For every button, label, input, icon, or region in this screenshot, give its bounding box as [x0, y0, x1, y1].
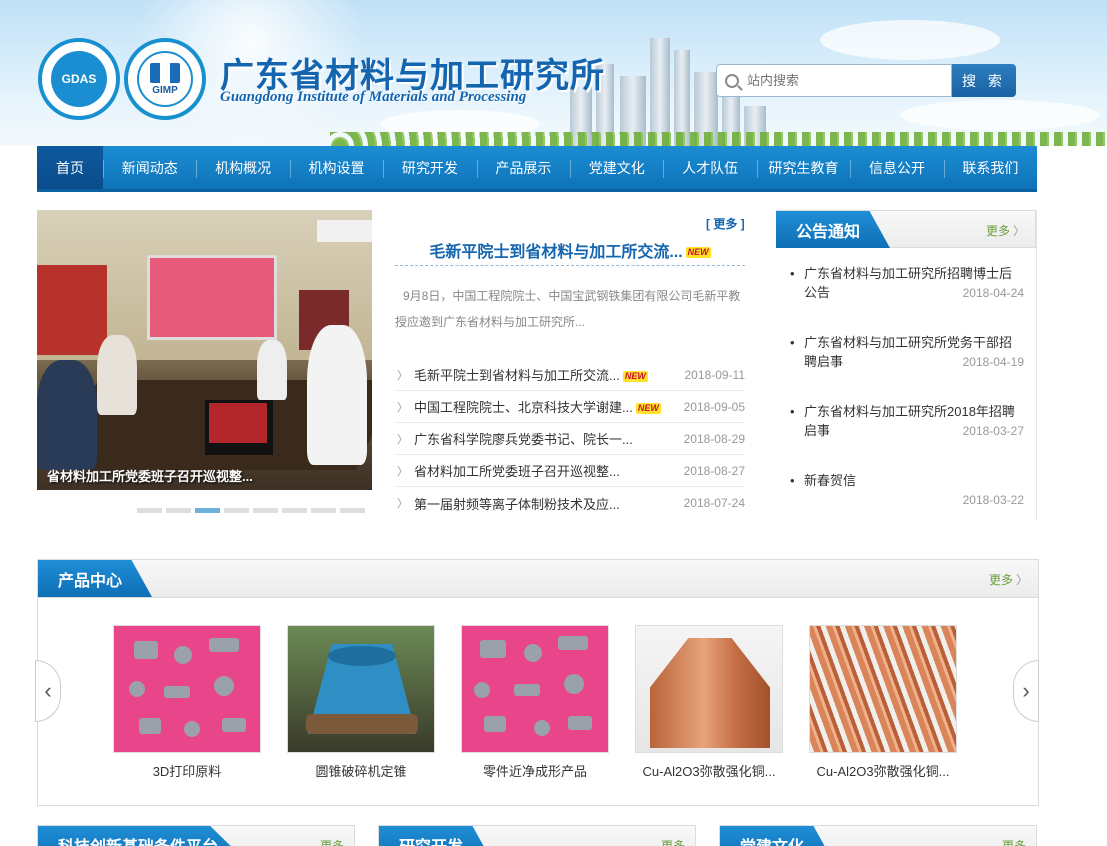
party-more-link[interactable]: 更多	[1002, 837, 1026, 846]
gdas-logo[interactable]: GDAS	[38, 38, 120, 120]
gimp-logo[interactable]: GIMP	[124, 38, 206, 120]
slide-dots	[137, 508, 365, 513]
news-item[interactable]: 〉 省材料加工所党委班子召开巡视整... 2018-08-27	[395, 455, 745, 487]
nav-products[interactable]: 产品展示	[476, 146, 570, 189]
chevron-left-icon: ‹	[44, 678, 52, 703]
cloud	[900, 100, 1100, 130]
slide-projection-screen	[147, 255, 277, 340]
slide-caption: 省材料加工所党委班子召开巡视整...	[47, 469, 253, 484]
news-slideshow[interactable]: 省材料加工所党委班子召开巡视整...	[37, 210, 372, 490]
chevron-right-icon: 〉	[397, 369, 408, 382]
party-title: 党建文化	[720, 826, 835, 846]
search-button[interactable]: 搜 索	[952, 64, 1016, 97]
notice-item[interactable]: • 广东省材料与加工研究所2018年招聘启事 2018-03-27	[776, 402, 1036, 454]
research-more-link[interactable]: 更多	[661, 837, 685, 846]
news-summary: 9月8日，中国工程院院士、中国宝武钢铁集团有限公司毛新平教授应邀到广东省材料与加…	[395, 289, 741, 329]
product-item[interactable]: 零件近净成形产品	[461, 625, 609, 780]
products-title: 产品中心	[38, 560, 153, 597]
chevron-right-icon: 〉	[397, 465, 408, 478]
nav-talent[interactable]: 人才队伍	[663, 146, 756, 189]
slide-dot[interactable]	[311, 508, 336, 513]
news-item[interactable]: 〉 中国工程院院士、北京科技大学谢建... NEW 2018-09-05	[395, 391, 745, 423]
nav-graduate[interactable]: 研究生教育	[756, 146, 850, 189]
chevron-right-icon: 〉	[397, 498, 408, 510]
product-item[interactable]: 圆锥破碎机定锥	[287, 625, 435, 780]
notice-more-link[interactable]: 更多〉	[986, 222, 1025, 239]
slide-dot-active[interactable]	[195, 508, 220, 513]
nav-party[interactable]: 党建文化	[570, 146, 663, 189]
slide-banner	[37, 265, 107, 355]
nav-info[interactable]: 信息公开	[850, 146, 943, 189]
site-subtitle: Guangdong Institute of Materials and Pro…	[220, 89, 527, 105]
notice-item[interactable]: • 新春贺信 2018-03-22	[776, 471, 1036, 523]
product-image	[635, 625, 783, 753]
nav-research[interactable]: 研究开发	[383, 146, 476, 189]
research-title: 研究开发	[379, 826, 494, 846]
tree-line	[330, 132, 1107, 146]
nav-news[interactable]: 新闻动态	[103, 146, 196, 189]
platform-panel: 科技创新基础条件平台 更多	[37, 825, 355, 846]
platform-title: 科技创新基础条件平台	[38, 826, 249, 846]
product-list: 3D打印原料 圆锥破碎机定锥 零件近净成形产品 Cu-Al2O3弥散强化铜...…	[113, 625, 957, 780]
product-item[interactable]: 3D打印原料	[113, 625, 261, 780]
product-item[interactable]: Cu-Al2O3弥散强化铜...	[635, 625, 783, 780]
platform-more-link[interactable]: 更多	[320, 837, 344, 846]
notice-item[interactable]: • 广东省材料与加工研究所党务干部招聘启事 2018-04-19	[776, 333, 1036, 385]
search-icon	[725, 73, 739, 88]
chevron-right-icon: 〉	[397, 401, 408, 414]
notice-panel: 公告通知 更多〉 • 广东省材料与加工研究所招聘博士后公告 2018-04-24…	[776, 210, 1037, 520]
nav-home[interactable]: 首页	[37, 146, 103, 189]
slide-dot[interactable]	[253, 508, 278, 513]
slide-dot[interactable]	[340, 508, 365, 513]
research-panel: 研究开发 更多	[378, 825, 696, 846]
product-image	[113, 625, 261, 753]
new-badge: NEW	[685, 247, 711, 259]
product-item[interactable]: Cu-Al2O3弥散强化铜...	[809, 625, 957, 780]
gimp-logo-text: GIMP	[152, 84, 178, 96]
products-panel: 产品中心 更多〉 3D打印原料 圆锥破碎机定锥 零件近净成形产品 Cu-Al2O…	[37, 559, 1039, 806]
cloud	[820, 20, 1000, 60]
slide-dot[interactable]	[166, 508, 191, 513]
product-image	[287, 625, 435, 753]
product-image	[461, 625, 609, 753]
nav-about[interactable]: 机构概况	[196, 146, 289, 189]
news-item[interactable]: 〉 第一届射频等离子体制粉技术及应... 2018-07-24	[395, 487, 745, 519]
news-headline[interactable]: 毛新平院士到省材料与加工所交流... NEW	[395, 238, 745, 262]
new-badge: NEW	[635, 403, 661, 415]
slide-dot[interactable]	[282, 508, 307, 513]
product-image	[809, 625, 957, 753]
site-header: GDAS GIMP 广东省材料与加工研究所 Guangdong Institut…	[0, 0, 1107, 146]
search-box: 搜 索	[716, 64, 1016, 97]
news-list: 〉 毛新平院士到省材料与加工所交流... NEW 2018-09-11 〉 中国工…	[395, 359, 745, 519]
search-input[interactable]	[747, 73, 937, 88]
chevron-right-icon: ›	[1022, 678, 1030, 703]
main-nav: 首页 新闻动态 机构概况 机构设置 研究开发 产品展示 党建文化 人才队伍 研究…	[37, 146, 1037, 192]
news-item[interactable]: 〉 广东省科学院廖兵党委书记、院长一... 2018-08-29	[395, 423, 745, 455]
notice-item[interactable]: • 广东省材料与加工研究所招聘博士后公告 2018-04-24	[776, 264, 1036, 316]
headline-divider	[395, 265, 745, 266]
nav-departments[interactable]: 机构设置	[289, 146, 383, 189]
chevron-right-icon: 〉	[397, 433, 408, 446]
party-panel: 党建文化 更多	[719, 825, 1037, 846]
news-item[interactable]: 〉 毛新平院士到省材料与加工所交流... NEW 2018-09-11	[395, 359, 745, 391]
news-more-link[interactable]: [ 更多 ]	[706, 215, 745, 232]
chevron-right-icon: 〉	[1012, 224, 1025, 238]
slide-dot[interactable]	[137, 508, 162, 513]
slide-dot[interactable]	[224, 508, 249, 513]
gimp-mark-icon	[150, 62, 180, 83]
notice-title: 公告通知	[776, 211, 891, 248]
products-more-link[interactable]: 更多〉	[989, 571, 1028, 588]
new-badge: NEW	[622, 371, 648, 383]
gdas-logo-text: GDAS	[51, 51, 107, 107]
nav-contact[interactable]: 联系我们	[943, 146, 1037, 189]
chevron-right-icon: 〉	[1015, 573, 1028, 587]
